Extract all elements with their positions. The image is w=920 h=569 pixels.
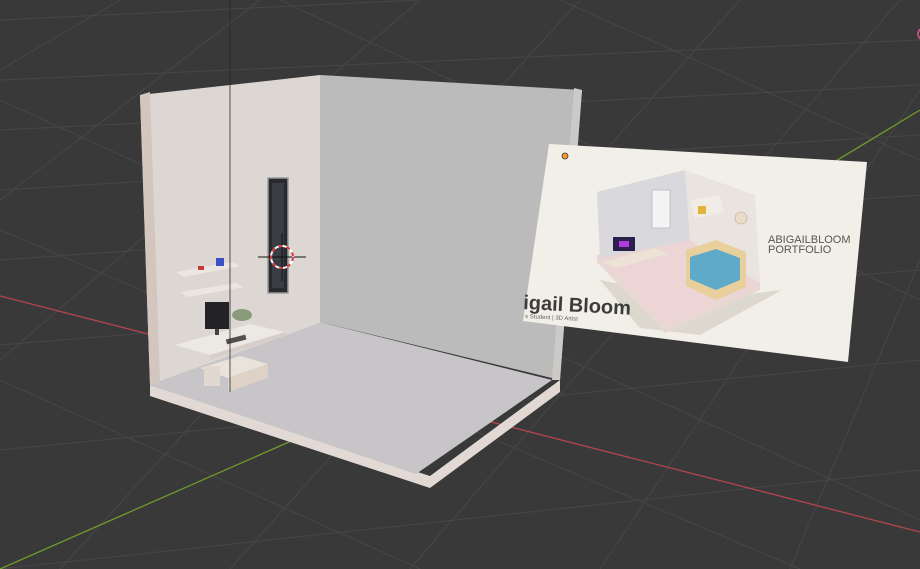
monitor-mesh[interactable] — [205, 302, 229, 329]
ref-frame — [698, 206, 706, 214]
viewport-canvas[interactable]: ABIGAILBLOOM PORTFOLIO igail Bloom s Stu… — [0, 0, 920, 569]
reference-image-origin-dot[interactable] — [561, 152, 569, 160]
ref-wall-clock — [734, 211, 748, 225]
ref-monitor-glow — [619, 241, 629, 247]
shelf-item-blue — [216, 258, 224, 266]
ref-title-line2: PORTFOLIO — [768, 244, 832, 256]
reference-image-plane[interactable]: ABIGAILBLOOM PORTFOLIO igail Bloom s Stu… — [523, 144, 867, 362]
room-object[interactable] — [140, 75, 582, 488]
monitor-stand — [215, 329, 219, 335]
3d-viewport[interactable]: ABIGAILBLOOM PORTFOLIO igail Bloom s Stu… — [0, 0, 920, 569]
drawer-mesh — [204, 366, 220, 386]
plant-mesh — [232, 309, 252, 321]
ref-window — [651, 189, 671, 229]
shelf-item-red — [198, 266, 204, 270]
